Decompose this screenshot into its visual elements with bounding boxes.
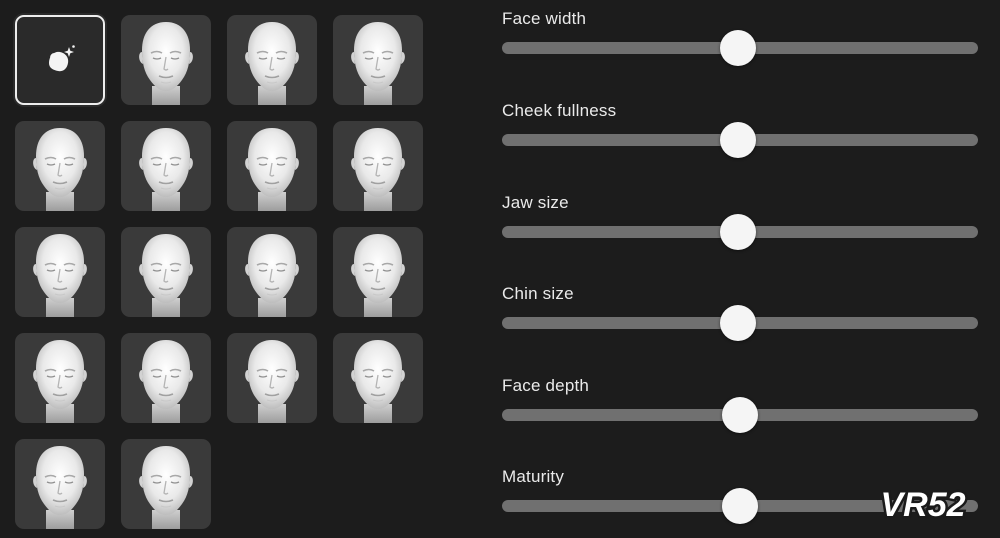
face-preset-tile[interactable] bbox=[121, 227, 211, 317]
face-preset-tile[interactable] bbox=[333, 227, 423, 317]
watermark-text: VR52 bbox=[880, 486, 965, 524]
face-editor-screen: Face width Cheek fullness Jaw size Chin siz… bbox=[0, 0, 1000, 538]
slider-thumb[interactable] bbox=[722, 397, 758, 433]
face-preset-icon bbox=[126, 338, 206, 423]
face-preset-tile[interactable] bbox=[227, 227, 317, 317]
face-preset-tile[interactable] bbox=[15, 121, 105, 211]
face-preset-icon bbox=[126, 126, 206, 211]
face-preset-icon bbox=[20, 126, 100, 211]
face-preset-icon bbox=[20, 338, 100, 423]
face-preset-icon bbox=[232, 20, 312, 105]
slider-thumb[interactable] bbox=[719, 122, 756, 158]
face-preset-tile[interactable] bbox=[15, 227, 105, 317]
slider-label: Face width bbox=[502, 9, 587, 28]
face-preset-tile[interactable] bbox=[121, 439, 211, 529]
slider-track[interactable] bbox=[502, 214, 978, 250]
slider-label: Jaw size bbox=[502, 193, 569, 212]
custom-face-tile[interactable] bbox=[15, 15, 105, 105]
face-preset-tile[interactable] bbox=[121, 15, 211, 105]
face-preset-tile[interactable] bbox=[333, 121, 423, 211]
slider-row: Chin size bbox=[502, 275, 978, 355]
slider-track[interactable] bbox=[502, 122, 978, 158]
slider-label: Face depth bbox=[502, 376, 590, 395]
slider-thumb[interactable] bbox=[722, 488, 758, 524]
face-preset-icon bbox=[338, 126, 418, 211]
slider-track[interactable] bbox=[502, 397, 978, 433]
custom-face-sparkle-icon bbox=[49, 45, 75, 72]
slider-thumb[interactable] bbox=[719, 305, 756, 341]
slider-row: Cheek fullness bbox=[502, 92, 978, 172]
slider-row: Jaw size bbox=[502, 184, 978, 264]
vr52-watermark-logo: VR52 VR52 bbox=[878, 484, 968, 527]
face-preset-icon bbox=[126, 20, 206, 105]
slider-row: Face depth bbox=[502, 367, 978, 447]
slider-thumb[interactable] bbox=[719, 30, 756, 66]
slider-label: Maturity bbox=[502, 467, 565, 486]
face-preset-tile[interactable] bbox=[227, 121, 317, 211]
face-preset-icon bbox=[20, 444, 100, 529]
slider-label: Chin size bbox=[502, 284, 574, 303]
face-preset-grid bbox=[15, 15, 423, 529]
face-preset-icon bbox=[338, 20, 418, 105]
face-preset-icon bbox=[20, 232, 100, 317]
face-preset-tile[interactable] bbox=[121, 121, 211, 211]
slider-thumb[interactable] bbox=[719, 214, 756, 250]
face-preset-tile[interactable] bbox=[333, 15, 423, 105]
face-preset-icon bbox=[338, 232, 418, 317]
slider-label: Cheek fullness bbox=[502, 101, 617, 120]
face-preset-icon bbox=[232, 126, 312, 211]
slider-track[interactable] bbox=[502, 305, 978, 341]
face-preset-icon bbox=[126, 232, 206, 317]
face-preset-icon bbox=[126, 444, 206, 529]
face-preset-icon bbox=[338, 338, 418, 423]
face-preset-tile[interactable] bbox=[227, 15, 317, 105]
slider-row: Face width bbox=[502, 0, 978, 80]
face-preset-tile[interactable] bbox=[121, 333, 211, 423]
face-preset-tile[interactable] bbox=[15, 439, 105, 529]
face-preset-tile[interactable] bbox=[333, 333, 423, 423]
face-preset-icon bbox=[232, 232, 312, 317]
face-preset-tile[interactable] bbox=[227, 333, 317, 423]
face-preset-tile[interactable] bbox=[15, 333, 105, 423]
face-preset-icon bbox=[232, 338, 312, 423]
slider-track[interactable] bbox=[502, 30, 978, 66]
